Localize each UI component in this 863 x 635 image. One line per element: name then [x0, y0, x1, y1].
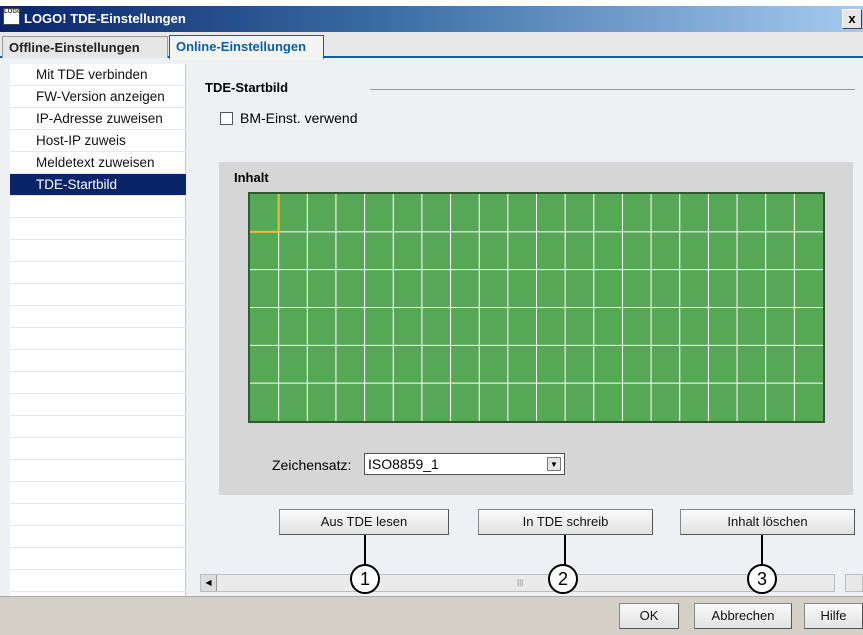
- nav-item-host-ip[interactable]: Host-IP zuweis: [10, 130, 186, 152]
- callout-marker-3: 3: [747, 564, 777, 594]
- startscreen-grid[interactable]: [248, 192, 825, 423]
- tab-online-settings[interactable]: Online-Einstellungen: [169, 35, 324, 60]
- nav-empty-row: [10, 240, 186, 262]
- settings-window: LOGO LOGO! TDE-Einstellungen x Offline-E…: [0, 0, 863, 635]
- window-title: LOGO! TDE-Einstellungen: [24, 11, 186, 26]
- clear-content-button[interactable]: Inhalt löschen: [680, 509, 855, 535]
- callout-line-1: [364, 535, 366, 565]
- use-bm-settings-checkbox[interactable]: [220, 112, 233, 125]
- nav-item-assign-ip[interactable]: IP-Adresse zuweisen: [10, 108, 186, 130]
- chevron-down-icon[interactable]: ▼: [547, 457, 561, 471]
- nav-item-tde-startscreen[interactable]: TDE-Startbild: [10, 174, 186, 196]
- nav-empty-row: [10, 328, 186, 350]
- nav-item-message-text[interactable]: Meldetext zuweisen: [10, 152, 186, 174]
- nav-empty-row: [10, 460, 186, 482]
- nav-empty-row: [10, 372, 186, 394]
- read-from-tde-button[interactable]: Aus TDE lesen: [279, 509, 449, 535]
- tab-offline-settings[interactable]: Offline-Einstellungen: [2, 36, 168, 58]
- nav-empty-row: [10, 394, 186, 416]
- nav-empty-row: [10, 262, 186, 284]
- nav-item-show-fw-version[interactable]: FW-Version anzeigen: [10, 86, 186, 108]
- nav-item-connect-tde[interactable]: Mit TDE verbinden: [10, 64, 186, 86]
- charset-select[interactable]: ISO8859_1 ▼: [364, 453, 565, 475]
- nav-empty-row: [10, 504, 186, 526]
- charset-value: ISO8859_1: [368, 456, 439, 472]
- horizontal-scrollbar[interactable]: ◀ |||: [200, 574, 835, 592]
- nav-empty-row: [10, 350, 186, 372]
- ok-button[interactable]: OK: [619, 603, 679, 629]
- nav-empty-row: [10, 482, 186, 504]
- close-button[interactable]: x: [842, 9, 862, 29]
- nav-empty-row: [10, 196, 186, 218]
- write-to-tde-button[interactable]: In TDE schreib: [478, 509, 653, 535]
- scroll-corner: [845, 574, 863, 592]
- nav-empty-row: [10, 570, 186, 592]
- nav-empty-row: [10, 526, 186, 548]
- group-title: TDE-Startbild: [205, 80, 293, 95]
- nav-empty-row: [10, 284, 186, 306]
- group-divider: [370, 89, 855, 90]
- content-title: Inhalt: [234, 170, 269, 185]
- scroll-left-arrow-icon[interactable]: ◀: [201, 575, 217, 591]
- nav-empty-row: [10, 218, 186, 240]
- grid-cursor-cell: [250, 194, 280, 233]
- nav-empty-row: [10, 548, 186, 570]
- startscreen-grid-lines: [250, 194, 823, 421]
- nav-empty-row: [10, 416, 186, 438]
- nav-empty-row: [10, 438, 186, 460]
- help-button[interactable]: Hilfe: [804, 603, 863, 629]
- charset-label: Zeichensatz:: [272, 457, 352, 473]
- scroll-grip-icon: |||: [517, 578, 524, 587]
- logo-text: LOGO: [4, 9, 22, 15]
- settings-nav-list: Mit TDE verbinden FW-Version anzeigen IP…: [10, 64, 186, 603]
- callout-marker-2: 2: [548, 564, 578, 594]
- callout-line-3: [761, 535, 763, 565]
- logo-icon: LOGO: [3, 8, 22, 25]
- callout-marker-1: 1: [350, 564, 380, 594]
- cancel-button[interactable]: Abbrechen: [694, 603, 792, 629]
- nav-empty-row: [10, 306, 186, 328]
- callout-line-2: [564, 535, 566, 565]
- use-bm-settings-label[interactable]: BM-Einst. verwend: [240, 110, 357, 126]
